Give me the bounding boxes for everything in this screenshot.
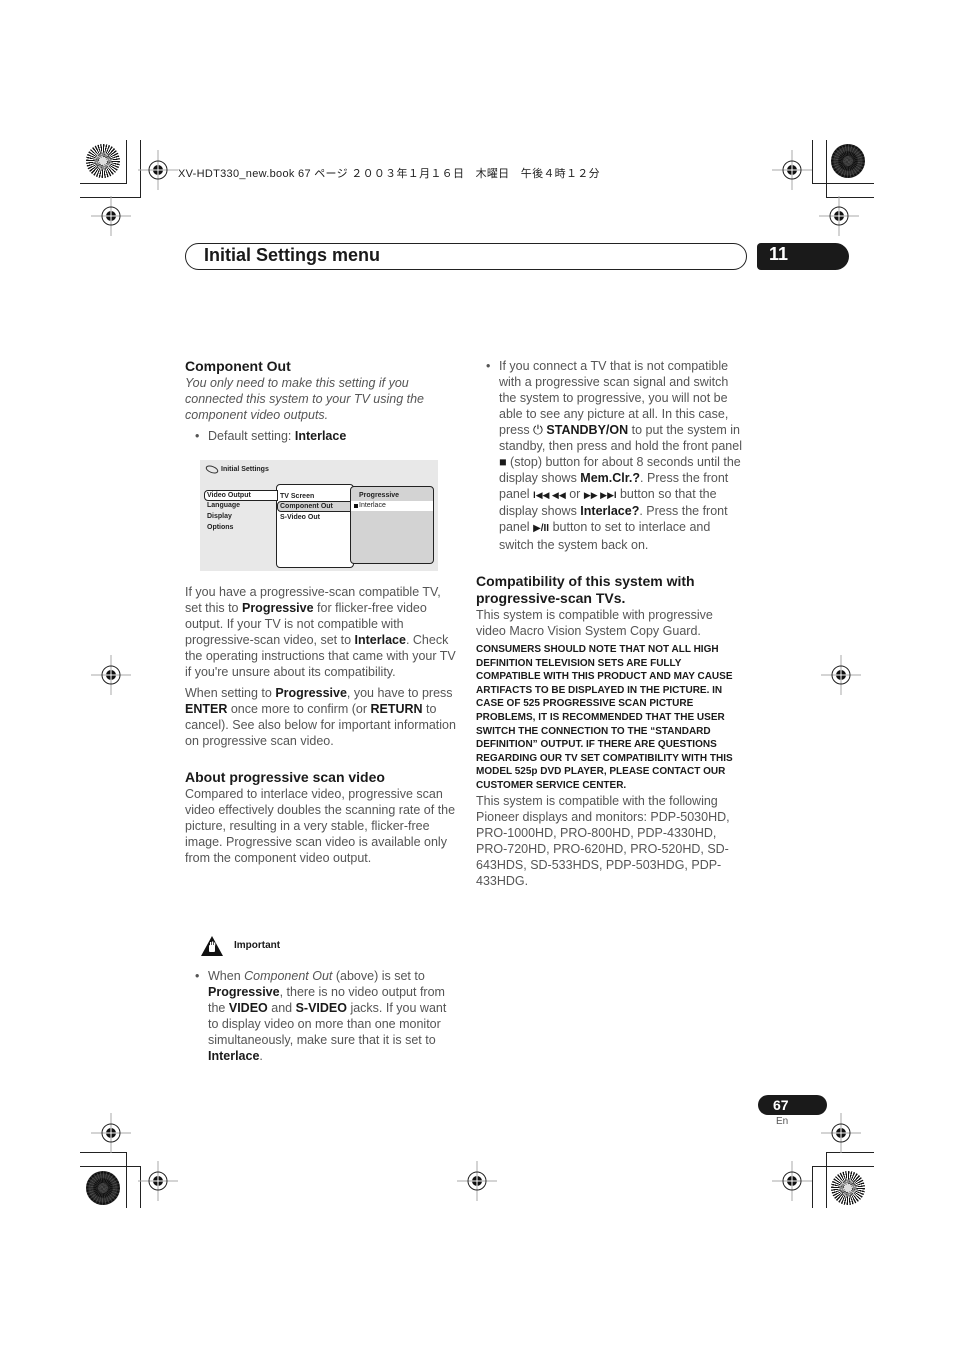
section-title: Initial Settings menu xyxy=(204,245,381,265)
left-column: Component Out You only need to make this… xyxy=(185,358,455,444)
crop-mark xyxy=(812,140,813,184)
crop-mark xyxy=(126,1152,127,1208)
crop-mark xyxy=(826,140,827,198)
disc-icon xyxy=(205,465,219,474)
previous-icon: I◀◀ ◀◀ xyxy=(533,490,566,500)
compatible-models: This system is compatible with the follo… xyxy=(476,793,730,888)
warning-hand-icon xyxy=(201,936,223,956)
registration-mark xyxy=(91,1113,131,1153)
osd-submenu-item[interactable]: S-Video Out xyxy=(280,514,320,521)
chapter-number: 11 xyxy=(769,244,789,264)
section-title-bar: Initial Settings menu xyxy=(185,243,747,270)
color-bar-mark xyxy=(86,144,120,178)
stop-icon: ■ xyxy=(499,455,507,469)
color-bar-mark xyxy=(86,1171,120,1205)
initial-settings-osd: Initial Settings Video Output Language D… xyxy=(200,460,438,571)
osd-submenu-item[interactable]: TV Screen xyxy=(280,493,314,500)
recovery-instructions: If you connect a TV that is not compatib… xyxy=(476,358,746,553)
page-number: 67 xyxy=(773,1097,789,1113)
registration-mark xyxy=(91,655,131,695)
page-number-badge: 67 xyxy=(758,1095,827,1115)
crop-mark xyxy=(126,140,127,184)
chapter-badge: 11 xyxy=(757,243,849,270)
about-progressive-heading: About progressive scan video xyxy=(185,769,385,785)
registration-mark xyxy=(457,1161,497,1201)
color-bar-mark xyxy=(831,144,865,178)
registration-mark xyxy=(772,1161,812,1201)
registration-mark xyxy=(821,655,861,695)
crop-mark xyxy=(80,1166,141,1167)
language-code: En xyxy=(776,1116,789,1127)
crop-mark xyxy=(812,1166,874,1167)
crop-mark xyxy=(812,183,874,184)
progressive-paragraph: If you have a progressive-scan compatibl… xyxy=(185,585,456,679)
registration-mark xyxy=(819,196,859,236)
play-pause-icon: ▶/II xyxy=(533,523,550,534)
left-column-body: If you have a progressive-scan compatibl… xyxy=(185,584,457,866)
copy-guard-text: This system is compatible with progressi… xyxy=(476,608,713,638)
crop-mark xyxy=(812,1166,813,1208)
hdtv-notice: CONSUMERS SHOULD NOTE THAT NOT ALL HIGH … xyxy=(476,644,733,791)
crop-mark xyxy=(80,183,127,184)
osd-title: Initial Settings xyxy=(221,466,269,473)
osd-option-item[interactable]: Interlace xyxy=(359,502,386,509)
next-icon: ▶▶ ▶▶I xyxy=(583,490,617,500)
selected-marker-icon xyxy=(354,504,358,508)
registration-mark xyxy=(138,1161,178,1201)
osd-menu-item[interactable]: Options xyxy=(207,524,233,531)
osd-menu-item[interactable]: Language xyxy=(207,502,240,509)
print-stamp: XV-HDT330_new.book 67 ページ ２００３年１月１６日 木曜日… xyxy=(178,168,600,180)
color-bar-mark xyxy=(831,1171,865,1205)
about-progressive-body: Compared to interlace video, progressive… xyxy=(185,787,456,865)
osd-option-item[interactable]: Progressive xyxy=(359,492,399,499)
important-label: Important xyxy=(234,940,281,951)
compatibility-heading: Compatibility of this system with progre… xyxy=(476,573,695,606)
default-value: Interlace xyxy=(294,429,347,443)
component-out-heading: Component Out xyxy=(185,358,291,374)
confirm-paragraph: When setting to Progressive, you have to… xyxy=(185,686,456,748)
osd-menu-item[interactable]: Video Output xyxy=(207,492,251,499)
default-setting: Default setting: Interlace xyxy=(185,428,455,444)
right-column: If you connect a TV that is not compatib… xyxy=(476,358,746,889)
power-icon: ⏻ xyxy=(533,423,543,437)
important-note: When Component Out (above) is set to Pro… xyxy=(185,968,457,1064)
crop-mark xyxy=(826,1152,827,1208)
component-out-intro: You only need to make this setting if yo… xyxy=(185,376,425,422)
registration-mark xyxy=(91,196,131,236)
osd-submenu-item[interactable]: Component Out xyxy=(280,503,333,510)
osd-menu-item[interactable]: Display xyxy=(207,513,232,520)
registration-mark xyxy=(772,150,812,190)
registration-mark xyxy=(138,150,178,190)
registration-mark xyxy=(821,1113,861,1153)
